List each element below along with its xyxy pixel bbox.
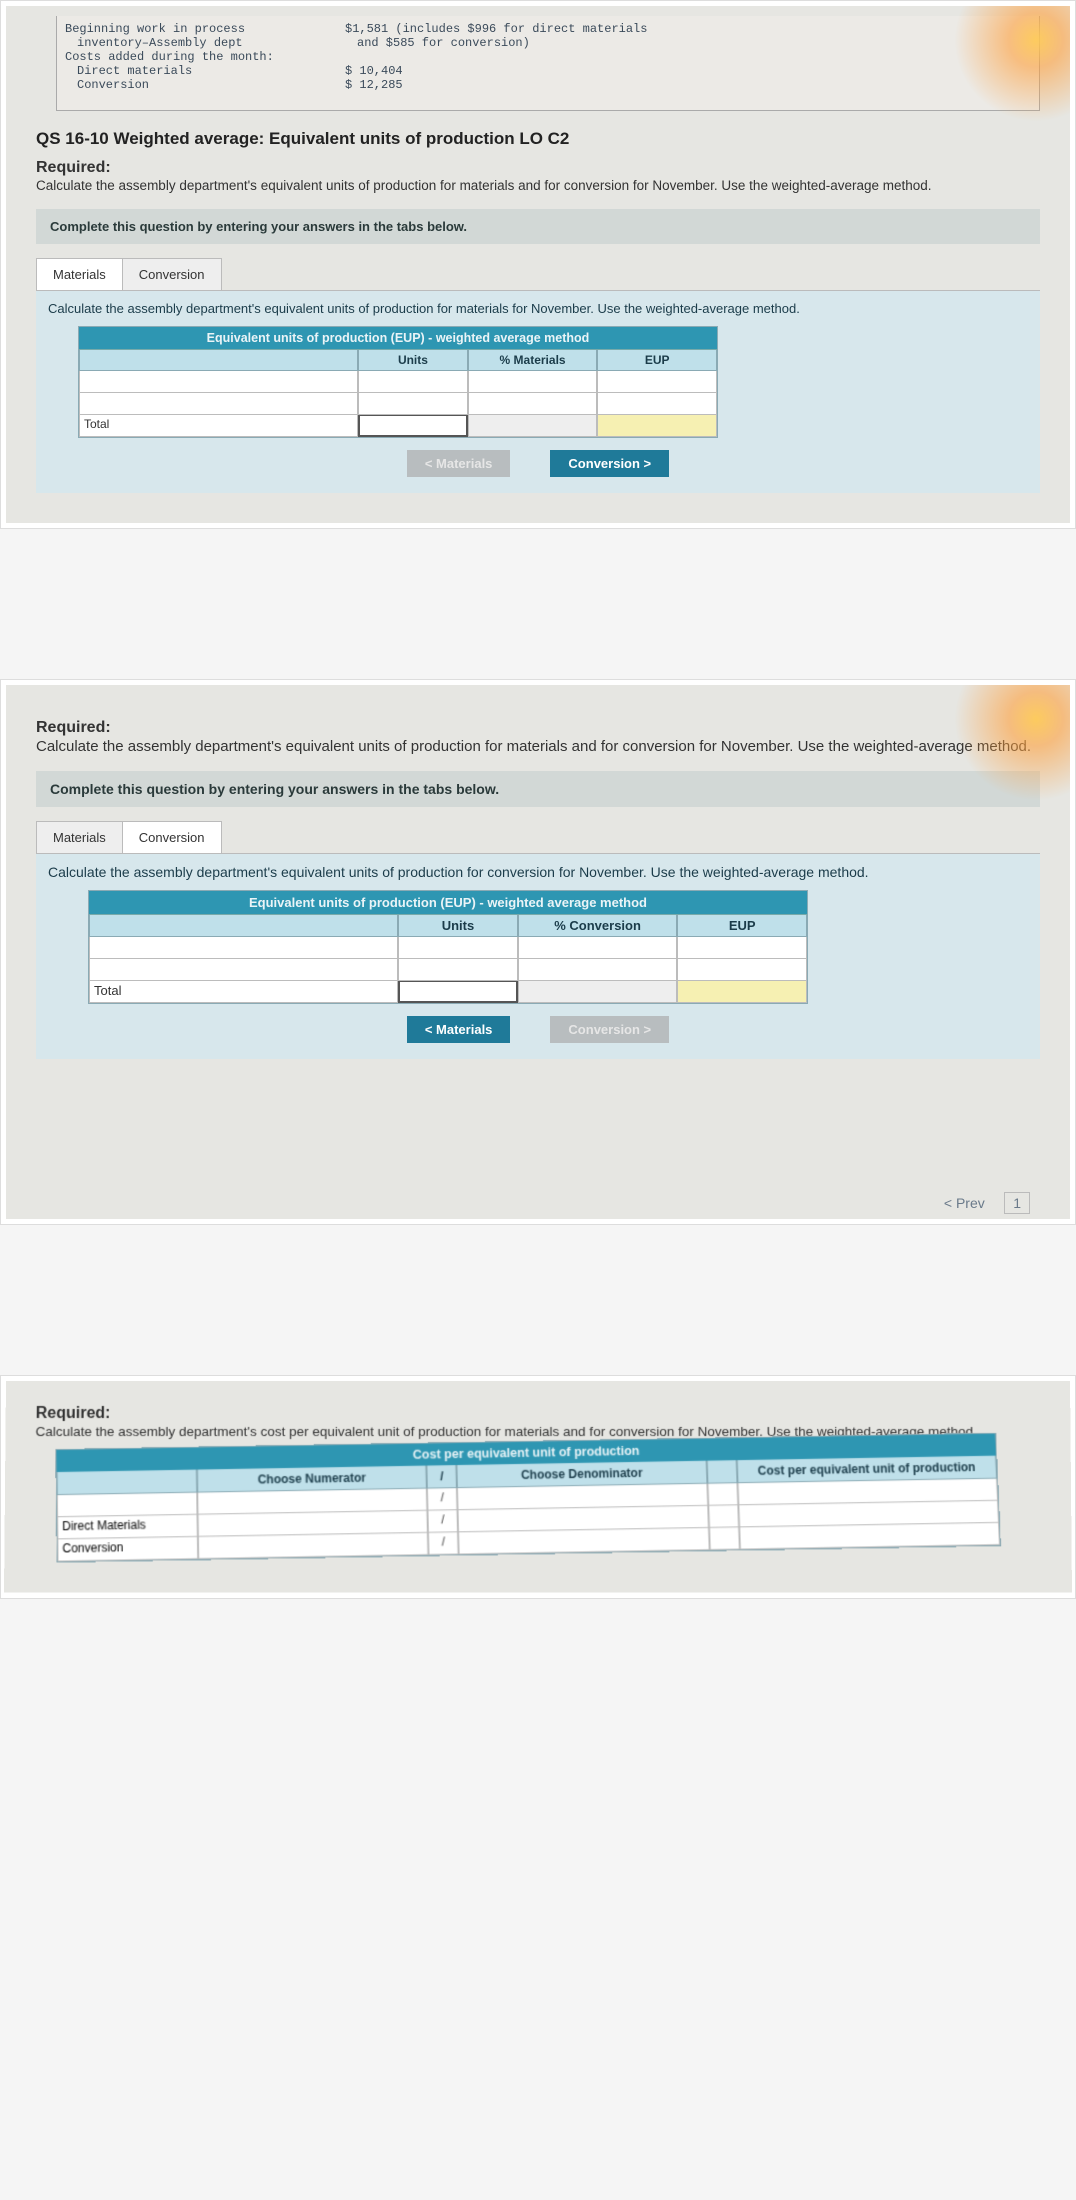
eup-input[interactable] (677, 959, 807, 981)
col-header-equals (706, 1461, 737, 1485)
denominator-input[interactable] (458, 1529, 709, 1556)
col-header-eup: EUP (597, 350, 717, 371)
eup-table-title: Equivalent units of production (EUP) - w… (79, 327, 717, 350)
pct-total-disabled (518, 981, 678, 1003)
screenshot-conversion-tab: Required: Calculate the assembly departm… (0, 679, 1076, 1225)
tab-materials[interactable]: Materials (36, 258, 123, 290)
prev-tab-button-disabled: < Materials (407, 450, 511, 477)
numerator-input[interactable] (198, 1534, 429, 1560)
given-data-label: Beginning work in process (65, 22, 345, 36)
row-label-input[interactable] (89, 937, 398, 959)
slash-divider: / (428, 1533, 459, 1556)
table-row (89, 937, 807, 959)
units-input[interactable] (358, 393, 468, 415)
prev-label: < Prev (944, 1195, 985, 1211)
units-total[interactable] (358, 415, 468, 437)
total-label: Total (89, 981, 398, 1003)
units-input[interactable] (398, 959, 518, 981)
prev-tab-button[interactable]: < Materials (407, 1016, 511, 1043)
tab-panel-conversion: Calculate the assembly department's equi… (36, 854, 1040, 1059)
total-label: Total (79, 415, 358, 437)
col-header-eup: EUP (677, 915, 807, 937)
next-tab-button-disabled: Conversion > (550, 1016, 669, 1043)
col-header-pct-materials: % Materials (468, 350, 598, 371)
tab-instruction: Calculate the assembly department's equi… (48, 301, 1028, 316)
units-input[interactable] (358, 371, 468, 393)
given-data-label: Costs added during the month: (65, 50, 345, 64)
equals-cell (707, 1484, 738, 1507)
table-row-total: Total (89, 981, 807, 1003)
slash-divider: / (428, 1511, 459, 1534)
required-label: Required: (36, 719, 111, 736)
eup-table-title: Equivalent units of production (EUP) - w… (89, 891, 807, 915)
row-label-conversion: Conversion (57, 1538, 198, 1563)
table-row (79, 393, 717, 415)
cost-per-eup-table: Cost per equivalent unit of production C… (55, 1433, 1001, 1563)
required-label: Required: (36, 1405, 111, 1422)
row-label-input[interactable] (79, 393, 358, 415)
slash-divider: / (427, 1489, 458, 1512)
tab-conversion[interactable]: Conversion (122, 821, 222, 853)
tab-instruction: Calculate the assembly department's equi… (48, 864, 1028, 880)
given-data-box: Beginning work in process$1,581 (include… (56, 16, 1040, 111)
instruction-banner: Complete this question by entering your … (36, 771, 1040, 807)
tab-nav-buttons: < Materials Conversion > (48, 1016, 1028, 1043)
eup-input[interactable] (677, 937, 807, 959)
pct-materials-input[interactable] (468, 393, 598, 415)
required-text: Calculate the assembly department's equi… (36, 177, 1040, 195)
eup-table: Equivalent units of production (EUP) - w… (88, 890, 808, 1004)
tab-bar: Materials Conversion (36, 821, 1040, 854)
tab-bar: Materials Conversion (36, 258, 1040, 291)
given-data-value: $1,581 (includes $996 for direct materia… (345, 22, 705, 36)
cpe-output[interactable] (739, 1524, 1000, 1551)
pct-total-disabled (468, 415, 598, 437)
eup-table: Equivalent units of production (EUP) - w… (78, 326, 718, 438)
table-row (89, 959, 807, 981)
col-header-units: Units (358, 350, 468, 371)
required-label: Required: (36, 159, 111, 176)
row-label-input[interactable] (79, 371, 358, 393)
units-input[interactable] (398, 937, 518, 959)
col-header-pct-conversion: % Conversion (518, 915, 678, 937)
given-data-label: Direct materials (65, 64, 345, 78)
tab-conversion[interactable]: Conversion (122, 258, 222, 290)
col-header-units: Units (398, 915, 518, 937)
screenshot-cost-per-eup: Required: Calculate the assembly departm… (0, 1375, 1076, 1598)
given-data-value: $ 10,404 (345, 64, 705, 78)
equals-cell (709, 1528, 740, 1551)
pct-materials-input[interactable] (468, 371, 598, 393)
eup-input[interactable] (597, 393, 717, 415)
table-row-total: Total (79, 415, 717, 437)
page-number: 1 (1004, 1192, 1030, 1214)
eup-input[interactable] (597, 371, 717, 393)
given-data-value (345, 50, 705, 64)
row-label-input[interactable] (89, 959, 398, 981)
col-header-blank (89, 915, 398, 937)
given-data-label: inventory–Assembly dept (65, 36, 345, 50)
units-total[interactable] (398, 981, 518, 1003)
pct-conversion-input[interactable] (518, 959, 678, 981)
tab-panel-materials: Calculate the assembly department's equi… (36, 291, 1040, 493)
tab-nav-buttons: < Materials Conversion > (48, 450, 1028, 477)
equals-cell (708, 1506, 739, 1529)
given-data-value: $ 12,285 (345, 78, 705, 92)
col-header-blank (57, 1470, 197, 1496)
pct-conversion-input[interactable] (518, 937, 678, 959)
instruction-banner: Complete this question by entering your … (36, 209, 1040, 244)
next-tab-button[interactable]: Conversion > (550, 450, 669, 477)
page-prev-link[interactable]: < Prev 1 (944, 1195, 1030, 1211)
required-text: Calculate the assembly department's equi… (36, 737, 1040, 757)
col-header-slash: / (427, 1466, 458, 1490)
eup-total[interactable] (677, 981, 807, 1003)
question-title: QS 16-10 Weighted average: Equivalent un… (36, 129, 1040, 149)
given-data-label: Conversion (65, 78, 345, 92)
given-data-value: and $585 for conversion) (345, 36, 705, 50)
eup-total[interactable] (597, 415, 717, 437)
tab-materials[interactable]: Materials (36, 821, 123, 853)
screenshot-materials-tab: Beginning work in process$1,581 (include… (0, 0, 1076, 529)
table-row (79, 371, 717, 393)
col-header-blank (79, 350, 358, 371)
